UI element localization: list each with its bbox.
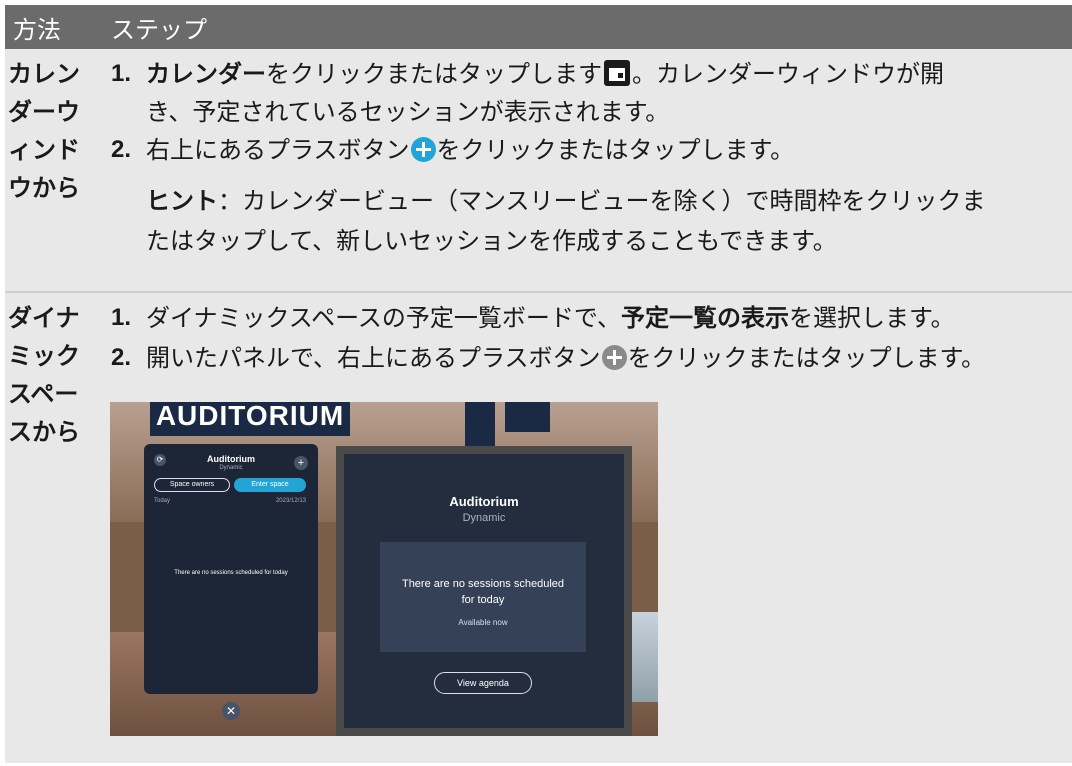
available-label: Available now: [458, 618, 508, 627]
board-message-box: There are no sessions scheduled for toda…: [380, 542, 586, 652]
empty-message: There are no sessions scheduled for toda…: [174, 570, 288, 576]
board-title: Auditorium: [449, 494, 519, 509]
method-line: ダーウ: [8, 97, 80, 126]
step-text: 開いたパネルで、右上にあるプラスボタン: [146, 344, 601, 372]
vr-screenshot: AUDITORIUM ⟳ Auditorium Dynamic + Space …: [110, 402, 658, 736]
header-method: 方法: [13, 15, 61, 44]
view-agenda-button[interactable]: View agenda: [434, 672, 532, 694]
step-text: き、予定されているセッションが表示されます。: [146, 98, 670, 126]
step-number: 2.: [111, 344, 132, 371]
close-icon[interactable]: ✕: [222, 702, 240, 720]
enter-space-button[interactable]: Enter space: [234, 478, 306, 492]
method-line: カレン: [8, 59, 80, 88]
plus-icon: [601, 345, 627, 370]
step-text: をクリックまたはタップします。: [627, 344, 986, 372]
table-row-calendar: カレン ダーウ ィンド ウから 1. カレンダーをクリックまたはタップします 。カ…: [5, 49, 1072, 293]
step-text: を選択します。: [788, 304, 955, 332]
today-label: Today: [154, 498, 171, 504]
method-line: ウから: [8, 173, 80, 202]
hint-text: たはタップして、新しいセッションを作成することもできます。: [146, 227, 837, 255]
step-text: 右上にあるプラスボタン: [146, 136, 410, 164]
calendar-term: カレンダー: [146, 59, 266, 88]
add-session-button[interactable]: +: [294, 456, 308, 470]
panel-subtitle: Dynamic: [219, 465, 243, 471]
step-number: 1.: [111, 60, 132, 87]
steps-cell-calendar: 1. カレンダーをクリックまたはタップします 。カレンダーウィンドウが開 き、予定…: [111, 49, 1072, 291]
method-line: ミック: [8, 341, 80, 370]
board-subtitle: Dynamic: [462, 512, 506, 524]
board-message: There are no sessions scheduled: [401, 578, 565, 590]
board-message: for today: [461, 594, 505, 606]
method-cell-calendar: カレン ダーウ ィンド ウから: [5, 49, 111, 291]
hint-text: ：カレンダービュー（マンスリービューを除く）で時間枠をクリックま: [218, 187, 986, 215]
method-line: ィンド: [8, 135, 80, 164]
step-text: をクリックまたはタップします。: [436, 136, 795, 164]
view-agenda-term: 予定一覧の表示: [620, 303, 789, 332]
hint-label: ヒント: [146, 186, 218, 215]
method-line: スペー: [8, 379, 79, 408]
date-label: 2023/12/13: [275, 498, 306, 504]
calendar-icon: [604, 60, 630, 86]
step-number: 1.: [111, 304, 132, 331]
agenda-board: Auditorium Dynamic There are no sessions…: [336, 446, 632, 736]
agenda-panel: ⟳ Auditorium Dynamic + Space owners Ente…: [144, 444, 318, 694]
step-text: 。カレンダーウィンドウが開: [632, 60, 944, 88]
step-text: ダイナミックスペースの予定一覧ボードで、: [146, 304, 621, 332]
method-line: スから: [8, 417, 80, 446]
auditorium-banner: AUDITORIUM: [150, 402, 350, 436]
step-text: をクリックまたはタップします: [266, 60, 602, 88]
panel-title: Auditorium: [207, 454, 255, 464]
space-owners-button[interactable]: Space owners: [154, 478, 230, 492]
step-number: 2.: [111, 136, 132, 163]
table-header: 方法 ステップ: [5, 5, 1072, 49]
header-steps: ステップ: [111, 15, 207, 44]
method-line: ダイナ: [8, 303, 80, 332]
method-cell-dynamic-space: ダイナ ミック スペー スから: [5, 293, 111, 763]
plus-icon: [410, 137, 436, 162]
